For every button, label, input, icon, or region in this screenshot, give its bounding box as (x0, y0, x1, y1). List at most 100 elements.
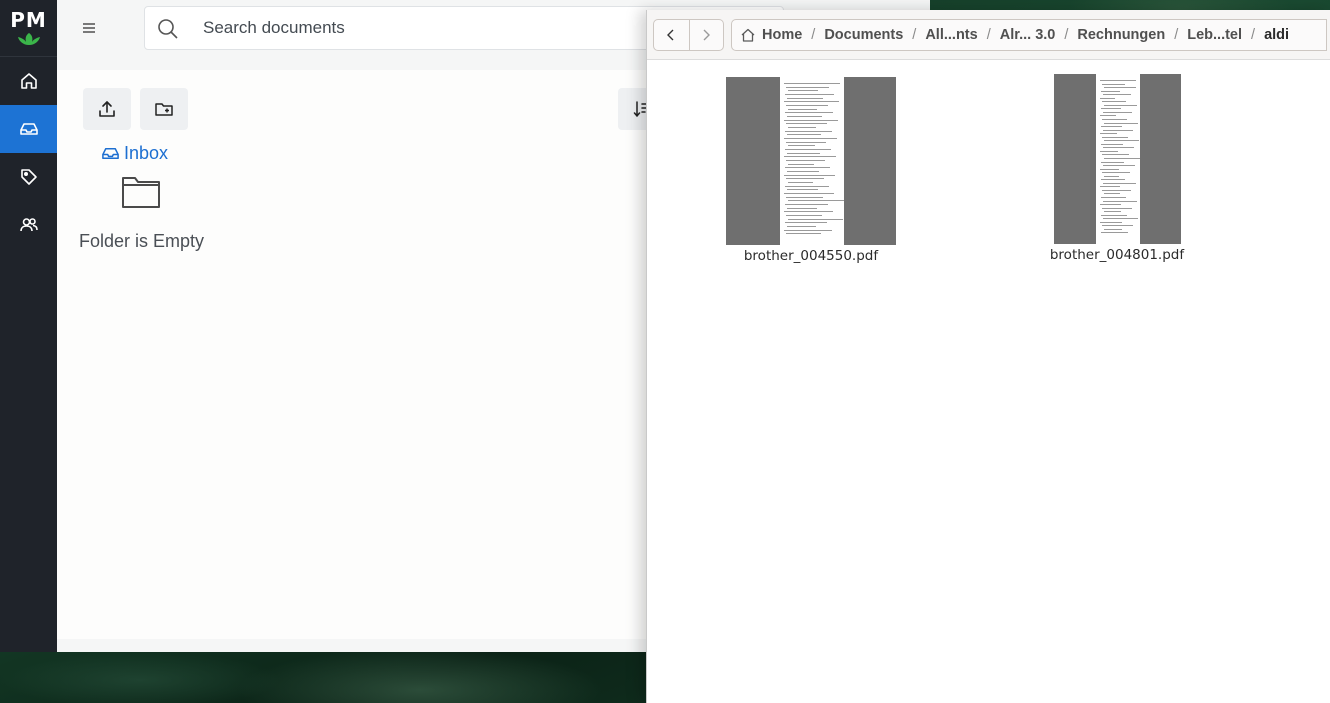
receipt-text-line (784, 229, 832, 231)
receipt-text-line (787, 189, 818, 191)
receipt-text-line (784, 101, 839, 103)
crumb-all-documents[interactable]: All...nts (925, 27, 977, 43)
path-bar: Home / Documents / All...nts / Alr... 3.… (731, 19, 1327, 51)
receipt-text-line (1100, 232, 1128, 234)
file-item[interactable]: brother_004801.pdf (1017, 74, 1217, 263)
menu-button[interactable] (77, 16, 101, 40)
home-icon (741, 28, 755, 42)
receipt-text-line (787, 171, 819, 172)
receipt-text-line (785, 94, 834, 95)
receipt-text-line (784, 174, 835, 176)
path-separator: / (1251, 27, 1256, 43)
receipt-text-line (1101, 119, 1127, 120)
receipt-text-line (787, 134, 821, 136)
receipt-text-line (1099, 133, 1117, 135)
receipt-text-line (1100, 126, 1122, 128)
path-separator: / (1174, 27, 1179, 43)
path-separator: / (986, 27, 991, 43)
receipt-text-line (784, 156, 836, 158)
new-folder-button[interactable] (140, 88, 188, 130)
receipt-text-line (784, 211, 833, 213)
receipt-text-line (788, 218, 843, 220)
logo-text: PM (10, 8, 47, 32)
file-name: brother_004801.pdf (1049, 247, 1185, 263)
receipt-text-line (1099, 168, 1119, 170)
receipt-text-line (1101, 101, 1126, 103)
app-logo[interactable]: PM (0, 0, 57, 57)
crumb-aldi[interactable]: aldi (1264, 27, 1289, 43)
receipt-text-line (1101, 225, 1133, 227)
receipt-text-line (1102, 182, 1136, 184)
folder-plus-icon (155, 103, 173, 116)
breadcrumb-inbox[interactable]: Inbox (101, 143, 168, 164)
inbox-icon (19, 123, 38, 135)
receipt-text-line (1103, 175, 1119, 177)
receipt-text-line (1102, 129, 1133, 131)
receipt-text-line (785, 130, 832, 132)
receipt-text-line (786, 215, 822, 216)
inbox-label: Inbox (124, 143, 169, 163)
receipt-text-line (1099, 80, 1136, 81)
receipt-text-line (785, 149, 831, 150)
sidebar-item-users[interactable] (0, 201, 57, 249)
forward-button[interactable] (688, 20, 724, 50)
tag-icon (20, 169, 37, 185)
receipt-text-line (1100, 90, 1120, 92)
crumb-label: Home (762, 27, 803, 43)
receipt-text-line (1099, 150, 1118, 152)
receipt-text-line (1099, 186, 1120, 188)
receipt-text-line (1101, 207, 1132, 209)
crumb-alr[interactable]: Alr... 3.0 (1000, 27, 1056, 43)
receipt-text-line (786, 233, 821, 235)
users-icon (19, 218, 38, 232)
receipt-text-line (788, 127, 816, 128)
crumb-documents[interactable]: Documents (824, 27, 903, 43)
receipt-text-line (1103, 140, 1139, 142)
receipt-text-line (1102, 200, 1137, 202)
path-separator: / (1064, 27, 1069, 43)
sidebar-item-inbox[interactable] (0, 105, 57, 153)
crumb-rechnungen[interactable]: Rechnungen (1077, 27, 1165, 43)
receipt-text-line (1100, 197, 1126, 198)
folder-icon (122, 177, 160, 208)
receipt-text-line (786, 141, 826, 143)
inbox-icon (102, 147, 119, 160)
file-manager-header: Home / Documents / All...nts / Alr... 3.… (647, 10, 1330, 60)
upload-button[interactable] (83, 88, 131, 130)
receipt-text-line (787, 97, 823, 99)
receipt-text-line (1103, 104, 1137, 106)
chevron-right-icon (703, 29, 711, 41)
file-manager-window: Home / Documents / All...nts / Alr... 3.… (646, 10, 1330, 703)
receipt-text-line (785, 112, 833, 114)
sidebar-item-tags[interactable] (0, 153, 57, 201)
receipt-text-line (1101, 154, 1129, 156)
receipt-text-line (1100, 143, 1123, 145)
receipt-text-line (784, 119, 838, 121)
receipt-preview (1095, 74, 1140, 244)
receipt-text-line (1103, 211, 1121, 213)
file-item[interactable]: brother_004550.pdf (711, 74, 911, 264)
receipt-text-line (1102, 218, 1138, 220)
receipt-text-line (1103, 193, 1120, 195)
receipt-text-line (1103, 122, 1138, 124)
receipt-text-line (1101, 172, 1130, 174)
receipt-text-line (788, 163, 814, 165)
receipt-text-line (788, 90, 818, 92)
upload-icon (99, 101, 115, 117)
back-button[interactable] (654, 20, 689, 50)
receipt-text-line (787, 116, 822, 117)
search-icon (157, 18, 179, 40)
crumb-lebensmittel[interactable]: Leb...tel (1187, 27, 1242, 43)
sidebar: PM (0, 0, 57, 652)
receipt-text-line (784, 83, 840, 84)
receipt-text-line (1101, 83, 1125, 85)
receipt-text-line (787, 207, 817, 209)
file-name: brother_004550.pdf (743, 248, 879, 264)
search-input[interactable] (203, 7, 703, 49)
crumb-home[interactable]: Home (740, 27, 802, 43)
history-nav (653, 19, 724, 51)
sidebar-item-home[interactable] (0, 57, 57, 105)
receipt-text-line (787, 226, 816, 227)
pdf-thumbnail (726, 77, 896, 245)
pdf-thumbnail (1053, 74, 1181, 244)
